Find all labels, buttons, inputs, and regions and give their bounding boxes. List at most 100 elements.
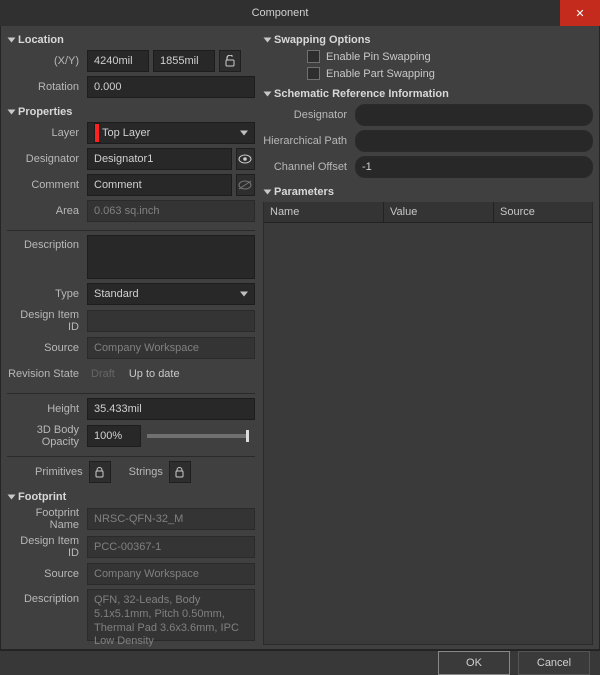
parameters-empty-area bbox=[264, 223, 592, 644]
schref-designator-value bbox=[355, 104, 593, 126]
type-label: Type bbox=[7, 288, 87, 300]
swapping-header-label: Swapping Options bbox=[274, 34, 371, 46]
col-source[interactable]: Source bbox=[494, 202, 592, 222]
schref-path-value bbox=[355, 130, 593, 152]
comment-field[interactable] bbox=[87, 174, 232, 196]
col-name[interactable]: Name bbox=[264, 202, 384, 222]
close-button[interactable]: ✕ bbox=[560, 0, 600, 26]
col-value[interactable]: Value bbox=[384, 202, 494, 222]
main-content: Location (X/Y) Rotation Properties Lay bbox=[0, 26, 600, 650]
source-value: Company Workspace bbox=[87, 337, 255, 359]
fp-design-item-id-label: Design Item ID bbox=[7, 535, 87, 559]
type-value: Standard bbox=[94, 288, 139, 300]
footprint-name-label: Footprint Name bbox=[7, 507, 87, 531]
y-field[interactable] bbox=[153, 50, 215, 72]
designator-field[interactable] bbox=[87, 148, 232, 170]
rotation-field[interactable] bbox=[87, 76, 255, 98]
designator-label: Designator bbox=[7, 153, 87, 165]
enable-part-swapping-checkbox[interactable] bbox=[307, 67, 320, 80]
schref-header-label: Schematic Reference Information bbox=[274, 88, 449, 100]
parameters-header[interactable]: Parameters bbox=[263, 182, 593, 202]
enable-part-swapping-label: Enable Part Swapping bbox=[326, 68, 435, 80]
lock-icon bbox=[95, 467, 104, 478]
comment-visibility-button[interactable] bbox=[236, 174, 255, 196]
location-header[interactable]: Location bbox=[7, 30, 255, 50]
left-column: Location (X/Y) Rotation Properties Lay bbox=[1, 26, 261, 649]
layer-color-swatch bbox=[94, 123, 100, 143]
collapse-icon bbox=[8, 38, 16, 43]
schref-path-label: Hierarchical Path bbox=[263, 135, 355, 147]
location-header-label: Location bbox=[18, 34, 64, 46]
right-column: Swapping Options Enable Pin Swapping Ena… bbox=[261, 26, 599, 649]
area-value: 0.063 sq.inch bbox=[87, 200, 255, 222]
parameters-table: Name Value Source bbox=[263, 202, 593, 645]
strings-lock-button[interactable] bbox=[169, 461, 191, 483]
close-icon: ✕ bbox=[575, 7, 584, 20]
x-field[interactable] bbox=[87, 50, 149, 72]
fp-source-value: Company Workspace bbox=[87, 563, 255, 585]
type-select[interactable]: Standard bbox=[87, 283, 255, 305]
collapse-icon bbox=[8, 495, 16, 500]
eye-off-icon bbox=[238, 180, 252, 190]
footprint-header[interactable]: Footprint bbox=[7, 487, 255, 507]
designator-visibility-button[interactable] bbox=[236, 148, 255, 170]
collapse-icon bbox=[264, 92, 272, 97]
revision-draft-tag: Draft bbox=[87, 366, 119, 382]
ok-label: OK bbox=[466, 657, 482, 669]
opacity-slider[interactable] bbox=[147, 434, 249, 438]
collapse-icon bbox=[8, 110, 16, 115]
schref-header[interactable]: Schematic Reference Information bbox=[263, 84, 593, 104]
schref-offset-value: -1 bbox=[355, 156, 593, 178]
layer-select[interactable]: Top Layer bbox=[87, 122, 255, 144]
revision-state-value: Up to date bbox=[125, 366, 184, 382]
collapse-icon bbox=[264, 38, 272, 43]
fp-design-item-id-value: PCC-00367-1 bbox=[87, 536, 255, 558]
window-title: Component bbox=[0, 7, 560, 19]
divider bbox=[7, 393, 255, 394]
enable-pin-swapping-label: Enable Pin Swapping bbox=[326, 51, 431, 63]
revision-state-label: Revision State bbox=[7, 368, 87, 380]
design-item-id-label: Design Item ID bbox=[7, 309, 87, 333]
divider bbox=[7, 230, 255, 231]
opacity-label: 3D Body Opacity bbox=[7, 424, 87, 448]
parameters-header-label: Parameters bbox=[274, 186, 334, 198]
description-field[interactable] bbox=[87, 235, 255, 279]
collapse-icon bbox=[264, 190, 272, 195]
fp-source-label: Source bbox=[7, 568, 87, 580]
lock-xy-button[interactable] bbox=[219, 50, 241, 72]
layer-label: Layer bbox=[7, 127, 87, 139]
fp-description-value: QFN, 32-Leads, Body 5.1x5.1mm, Pitch 0.5… bbox=[87, 589, 255, 641]
layer-value: Top Layer bbox=[102, 127, 150, 139]
rotation-label: Rotation bbox=[7, 81, 87, 93]
height-label: Height bbox=[7, 403, 87, 415]
cancel-button[interactable]: Cancel bbox=[518, 651, 590, 675]
xy-label: (X/Y) bbox=[7, 55, 87, 67]
schref-offset-label: Channel Offset bbox=[263, 161, 355, 173]
height-field[interactable] bbox=[87, 398, 255, 420]
cancel-label: Cancel bbox=[537, 657, 571, 669]
description-label: Description bbox=[7, 235, 87, 251]
footprint-name-value: NRSC-QFN-32_M bbox=[87, 508, 255, 530]
properties-header-label: Properties bbox=[18, 106, 72, 118]
swapping-header[interactable]: Swapping Options bbox=[263, 30, 593, 50]
ok-button[interactable]: OK bbox=[438, 651, 510, 675]
lock-icon bbox=[175, 467, 184, 478]
primitives-label: Primitives bbox=[35, 466, 83, 478]
slider-thumb-icon bbox=[246, 430, 249, 442]
strings-label: Strings bbox=[129, 466, 163, 478]
enable-pin-swapping-checkbox[interactable] bbox=[307, 50, 320, 63]
area-label: Area bbox=[7, 205, 87, 217]
eye-icon bbox=[238, 154, 252, 164]
design-item-id-value bbox=[87, 310, 255, 332]
comment-label: Comment bbox=[7, 179, 87, 191]
properties-header[interactable]: Properties bbox=[7, 102, 255, 122]
primitives-lock-button[interactable] bbox=[89, 461, 111, 483]
divider bbox=[7, 456, 255, 457]
source-label: Source bbox=[7, 342, 87, 354]
opacity-field[interactable] bbox=[87, 425, 141, 447]
schref-designator-label: Designator bbox=[263, 109, 355, 121]
titlebar: Component ✕ bbox=[0, 0, 600, 26]
fp-description-label: Description bbox=[7, 589, 87, 605]
footprint-header-label: Footprint bbox=[18, 491, 66, 503]
unlock-icon bbox=[225, 55, 235, 67]
